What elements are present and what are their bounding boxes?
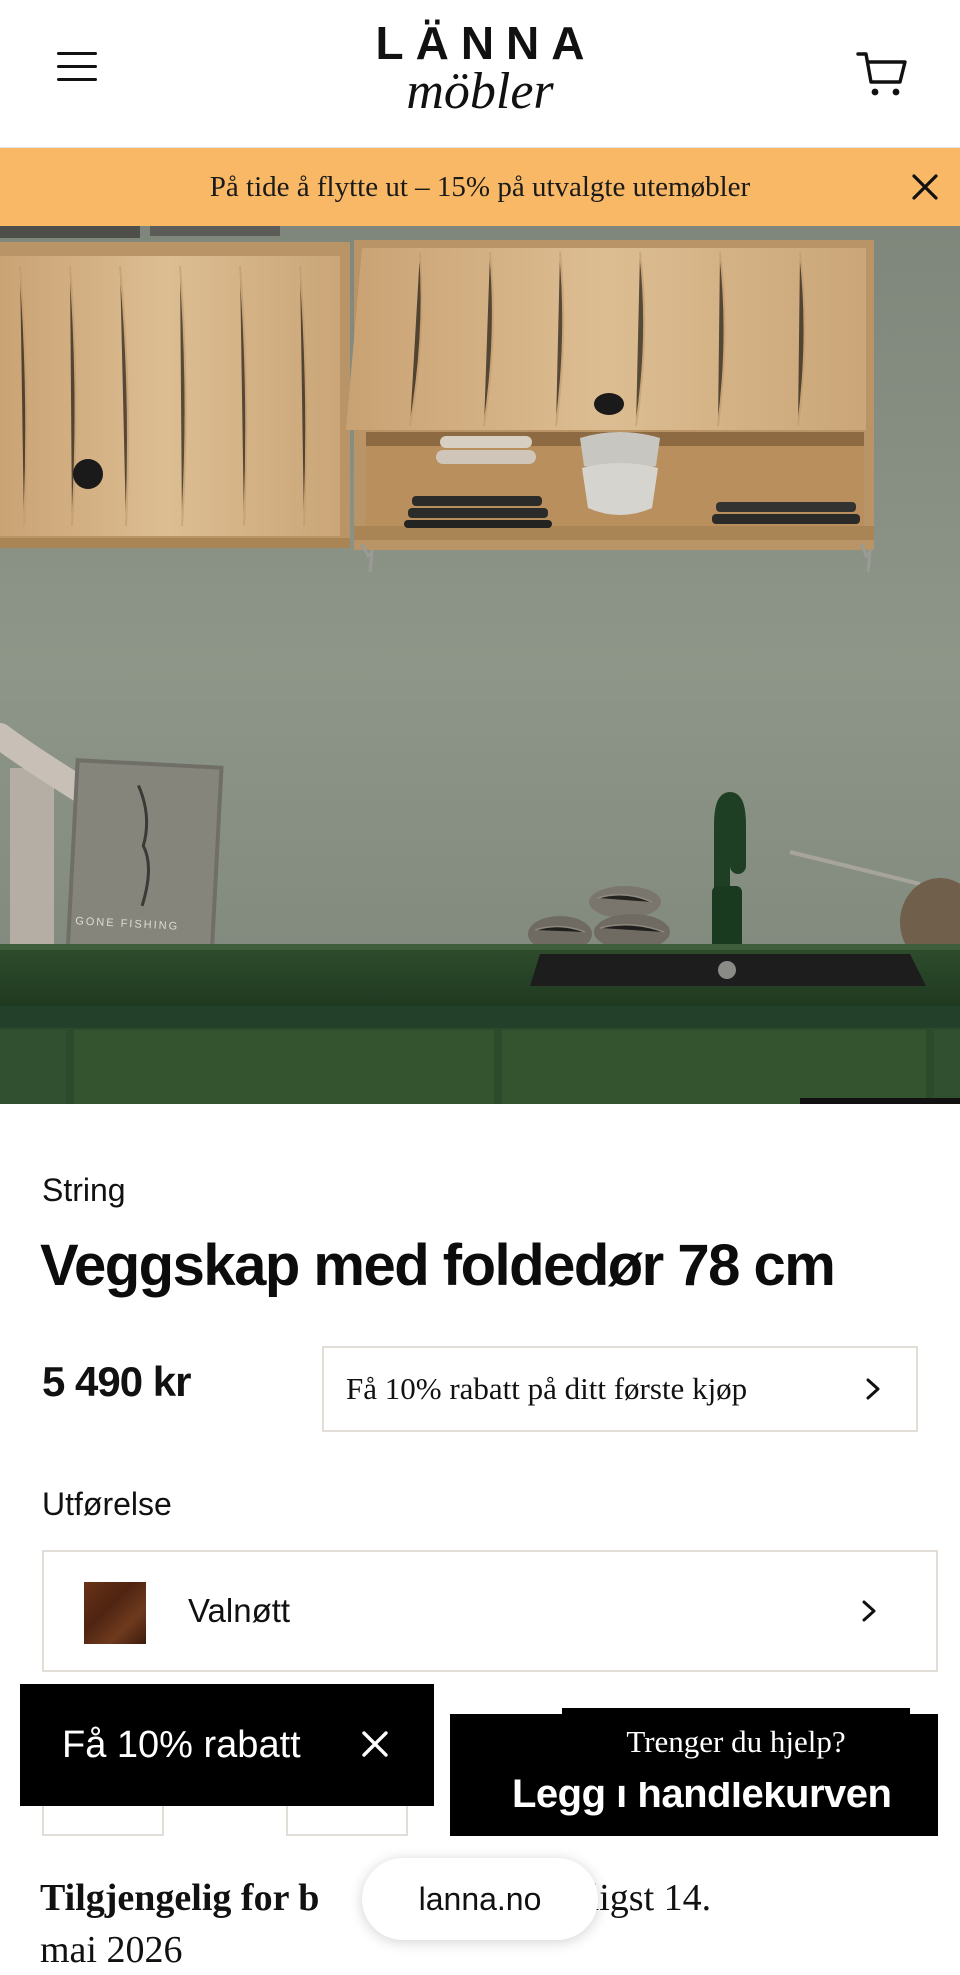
close-icon[interactable] (910, 172, 940, 202)
chevron-right-icon (862, 1600, 876, 1622)
product-brand[interactable]: String (42, 1172, 126, 1209)
availability-bold: Tilgjengelig for b (40, 1877, 320, 1919)
chevron-right-icon (866, 1378, 880, 1400)
variant-value: Valnøtt (188, 1592, 291, 1629)
discount-offer-text: Få 10% rabatt på ditt første kjøp (346, 1371, 748, 1406)
product-price: 5 490 kr (42, 1358, 191, 1405)
variant-selector[interactable]: Valnøtt (42, 1550, 938, 1672)
help-chat-button[interactable]: Trenger du hjelp? (562, 1708, 910, 1782)
site-logo[interactable]: LÄNNA möbler (300, 18, 660, 118)
close-icon[interactable] (358, 1727, 392, 1761)
variant-label: Utførelse (42, 1486, 172, 1522)
discount-popup-label: Få 10% rabatt (62, 1724, 301, 1766)
availability-date: mai 2026 (40, 1929, 183, 1971)
hamburger-menu-icon[interactable] (52, 52, 102, 92)
product-image[interactable]: GONE FISHING (0, 226, 960, 1104)
product-title: Veggskap med foldedør 78 cm (40, 1233, 836, 1298)
first-purchase-discount-button[interactable]: Få 10% rabatt på ditt første kjøp (322, 1346, 918, 1432)
logo-wordmark-bottom: möbler (406, 63, 554, 120)
browser-url-pill[interactable]: lanna.no (362, 1858, 598, 1940)
promo-banner-text: På tide å flytte ut – 15% på utvalgte ut… (209, 171, 751, 203)
discount-popup[interactable]: Få 10% rabatt (20, 1684, 434, 1806)
promo-banner[interactable]: På tide å flytte ut – 15% på utvalgte ut… (0, 148, 960, 226)
walnut-swatch (84, 1582, 146, 1644)
cart-icon[interactable] (856, 48, 908, 100)
logo-wordmark-top: LÄNNA (375, 17, 597, 69)
site-header: LÄNNA möbler (0, 0, 960, 148)
